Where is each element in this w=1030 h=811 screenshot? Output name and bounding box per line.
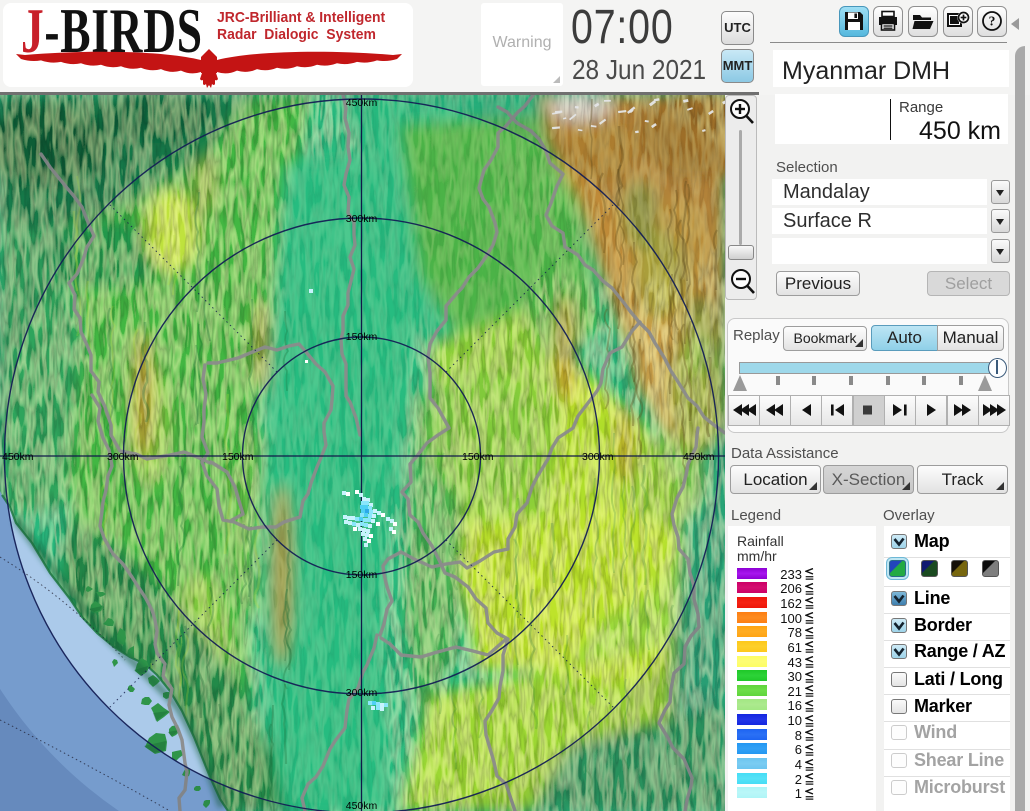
svg-text:300km: 300km [346, 687, 378, 699]
svg-text:150km: 150km [346, 331, 378, 343]
svg-text:150km: 150km [346, 569, 378, 581]
svg-text:?: ? [989, 14, 996, 29]
svg-text:150km: 150km [222, 451, 254, 463]
svg-text:450km: 450km [346, 800, 378, 811]
svg-text:150km: 150km [462, 451, 494, 463]
svg-text:450km: 450km [2, 451, 34, 463]
svg-text:300km: 300km [107, 451, 139, 463]
svg-text:450km: 450km [683, 451, 715, 463]
svg-text:300km: 300km [582, 451, 614, 463]
svg-text:300km: 300km [346, 213, 378, 225]
svg-text:450km: 450km [346, 97, 378, 109]
